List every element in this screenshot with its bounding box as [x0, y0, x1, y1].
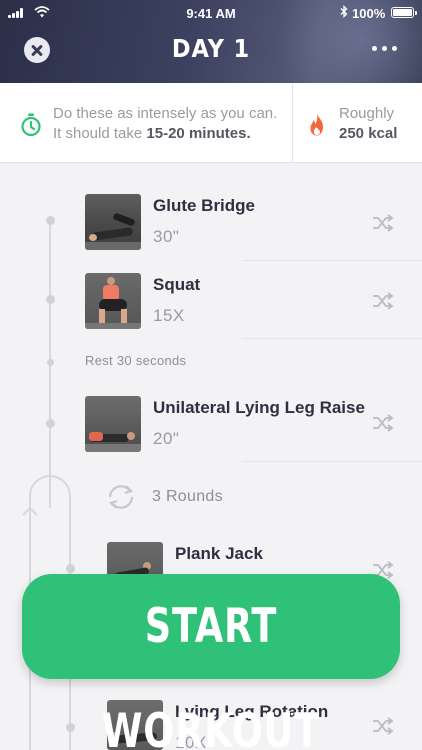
timeline-dot — [66, 564, 75, 573]
rounds-icon — [108, 485, 134, 509]
list-item[interactable]: Unilateral Lying Leg Raise 20" — [85, 396, 422, 476]
divider — [292, 83, 293, 163]
status-bar: 9:41 AM 100% — [0, 0, 422, 26]
exercise-amount: 20" — [153, 429, 180, 448]
info-description: Do these as intensely as you can. It sho… — [53, 104, 277, 144]
exercise-thumbnail — [85, 396, 141, 452]
timer-icon — [21, 113, 41, 137]
info-bar: Do these as intensely as you can. It sho… — [0, 83, 422, 163]
row-divider — [242, 461, 422, 462]
rounds-loop — [29, 475, 71, 535]
timeline-dot — [45, 419, 55, 428]
exercise-thumbnail — [85, 273, 141, 329]
exercise-name: Plank Jack — [175, 544, 263, 563]
shuffle-icon[interactable] — [372, 292, 394, 310]
timeline-dot — [45, 295, 55, 304]
exercise-thumbnail — [85, 194, 141, 250]
exercise-amount: 30" — [153, 227, 180, 246]
exercise-amount: 15X — [153, 306, 185, 325]
row-divider — [242, 338, 422, 339]
exercise-name: Squat — [153, 275, 201, 294]
page-title: DAY 1 — [171, 34, 251, 63]
rounds-label: 3 Rounds — [152, 488, 223, 505]
start-workout-label: START WORKOUT — [101, 599, 320, 750]
info-line-2-prefix: It should take — [53, 125, 147, 142]
exercise-name: Glute Bridge — [153, 196, 256, 215]
calories-value: 250 kcal — [339, 125, 398, 142]
calories-label: Roughly — [339, 105, 395, 122]
header: 9:41 AM 100% DAY 1 — [0, 0, 422, 83]
more-button[interactable] — [372, 46, 398, 52]
loop-arrow-icon — [22, 506, 38, 516]
info-line-2: It should take 15-20 minutes. — [53, 124, 277, 144]
battery-icon — [391, 7, 417, 18]
bluetooth-icon — [340, 5, 348, 18]
info-line-1: Do these as intensely as you can. — [53, 105, 278, 122]
row-divider — [242, 260, 422, 261]
duration-value: 15-20 minutes. — [146, 125, 251, 142]
rest-label: Rest 30 seconds — [85, 353, 187, 368]
shuffle-icon[interactable] — [372, 414, 394, 432]
flame-icon — [310, 113, 323, 136]
exercise-name: Unilateral Lying Leg Raise — [153, 398, 365, 417]
timeline-dot — [46, 359, 54, 366]
list-item[interactable]: Glute Bridge 30" — [85, 194, 422, 274]
more-icon — [372, 46, 377, 51]
list-item[interactable]: Squat 15X — [85, 273, 422, 353]
start-workout-button[interactable]: START WORKOUT — [22, 574, 400, 750]
shuffle-icon[interactable] — [372, 717, 394, 735]
battery-percent: 100% — [352, 6, 386, 21]
shuffle-icon[interactable] — [372, 214, 394, 232]
calories-info: Roughly 250 kcal — [339, 104, 397, 144]
timeline-dot — [45, 216, 55, 225]
